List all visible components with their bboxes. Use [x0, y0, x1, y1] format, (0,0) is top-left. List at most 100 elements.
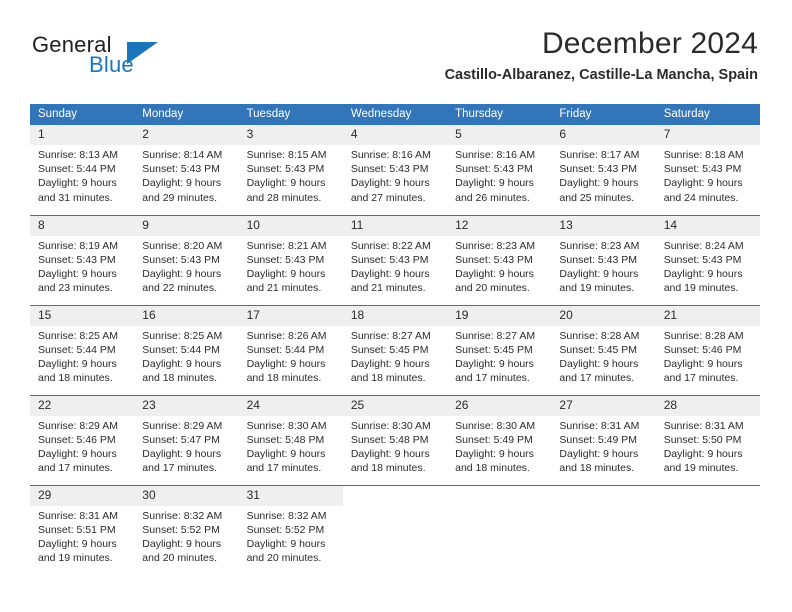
day-number: [656, 486, 760, 506]
day-cell-inner: 6 Sunrise: 8:17 AM Sunset: 5:43 PM Daylight…: [551, 125, 656, 215]
sunset-text: Sunset: 5:43 PM: [246, 253, 325, 266]
calendar-week-row: 22 Sunrise: 8:29 AM Sunset: 5:46 PM Dayligh…: [30, 394, 760, 485]
sunrise-text: Sunrise: 8:25 AM: [142, 329, 223, 342]
sunset-text: Sunset: 5:46 PM: [663, 343, 742, 356]
daylight-2-text: and 25 minutes.: [559, 191, 635, 204]
daylight-2-text: and 31 minutes.: [38, 191, 113, 204]
day-cell-inner: 4 Sunrise: 8:16 AM Sunset: 5:43 PM Daylight…: [342, 125, 448, 215]
sunset-text: Sunset: 5:48 PM: [350, 433, 429, 446]
calendar-day-cell[interactable]: 11 Sunrise: 8:22 AM Sunset: 5:43 PM Dayligh…: [342, 214, 448, 305]
calendar-day-cell[interactable]: 16 Sunrise: 8:25 AM Sunset: 5:44 PM Dayligh…: [134, 304, 239, 395]
daylight-2-text: and 20 minutes.: [246, 552, 322, 565]
daylight-1-text: Daylight: 9 hours: [455, 267, 534, 280]
sunrise-text: Sunrise: 8:31 AM: [559, 419, 640, 432]
calendar-day-cell[interactable]: 21 Sunrise: 8:28 AM Sunset: 5:46 PM Dayligh…: [655, 304, 760, 395]
calendar-day-cell[interactable]: 18 Sunrise: 8:27 AM Sunset: 5:45 PM Dayligh…: [342, 304, 448, 395]
daylight-2-text: and 17 minutes.: [455, 372, 530, 385]
calendar-day-cell[interactable]: 22 Sunrise: 8:29 AM Sunset: 5:46 PM Dayligh…: [30, 394, 135, 485]
general-blue-logo[interactable]: General Blue: [32, 32, 162, 80]
day-number: 14: [655, 215, 760, 236]
calendar-week-row: 8 Sunrise: 8:19 AM Sunset: 5:43 PM Daylight…: [30, 214, 760, 305]
calendar-day-cell[interactable]: 31 Sunrise: 8:32 AM Sunset: 5:52 PM Dayligh…: [238, 484, 343, 575]
day-number: 1: [30, 125, 135, 145]
calendar-day-cell[interactable]: 30 Sunrise: 8:32 AM Sunset: 5:52 PM Dayligh…: [134, 484, 239, 575]
daylight-1-text: Daylight: 9 hours: [455, 177, 534, 190]
calendar-day-cell[interactable]: 9 Sunrise: 8:20 AM Sunset: 5:43 PM Daylight…: [134, 214, 239, 305]
calendar-day-cell[interactable]: 14 Sunrise: 8:24 AM Sunset: 5:43 PM Dayligh…: [655, 214, 760, 305]
day-number: 3: [238, 125, 343, 145]
daylight-1-text: Daylight: 9 hours: [663, 447, 743, 460]
daylight-1-text: Daylight: 9 hours: [663, 267, 743, 280]
calendar-day-cell[interactable]: 29 Sunrise: 8:31 AM Sunset: 5:51 PM Dayligh…: [30, 484, 135, 575]
calendar-day-cell[interactable]: 3 Sunrise: 8:15 AM Sunset: 5:43 PM Daylight…: [238, 125, 343, 215]
calendar-day-cell[interactable]: 12 Sunrise: 8:23 AM Sunset: 5:43 PM Dayligh…: [447, 214, 552, 305]
daylight-1-text: Daylight: 9 hours: [246, 537, 326, 550]
sunrise-text: Sunrise: 8:13 AM: [38, 149, 118, 161]
sunrise-text: Sunrise: 8:19 AM: [38, 239, 118, 252]
day-details: Sunrise: 8:14 AM Sunset: 5:43 PM Daylight:…: [134, 145, 238, 205]
calendar-day-cell[interactable]: 8 Sunrise: 8:19 AM Sunset: 5:43 PM Daylight…: [30, 214, 135, 305]
day-details: Sunrise: 8:30 AM Sunset: 5:48 PM Daylight:…: [343, 416, 447, 476]
calendar-day-cell[interactable]: 17 Sunrise: 8:26 AM Sunset: 5:44 PM Dayligh…: [238, 304, 343, 395]
calendar-day-cell[interactable]: 4 Sunrise: 8:16 AM Sunset: 5:43 PM Daylight…: [342, 125, 448, 215]
sunset-text: Sunset: 5:48 PM: [246, 433, 325, 446]
calendar-day-cell[interactable]: 27 Sunrise: 8:31 AM Sunset: 5:49 PM Dayligh…: [551, 394, 656, 485]
daylight-2-text: and 17 minutes.: [142, 462, 217, 475]
weekday-header-wednesday: Wednesday: [342, 104, 448, 125]
calendar-day-cell[interactable]: 7 Sunrise: 8:18 AM Sunset: 5:43 PM Daylight…: [655, 125, 760, 215]
day-cell-inner: [343, 486, 447, 576]
weekday-header-friday: Friday: [551, 104, 656, 125]
sunrise-text: Sunrise: 8:31 AM: [663, 419, 744, 432]
day-details: Sunrise: 8:25 AM Sunset: 5:44 PM Daylight:…: [30, 326, 134, 386]
day-details: Sunrise: 8:22 AM Sunset: 5:43 PM Daylight:…: [343, 236, 447, 296]
day-details: Sunrise: 8:32 AM Sunset: 5:52 PM Daylight:…: [134, 506, 238, 566]
calendar-day-cell[interactable]: 6 Sunrise: 8:17 AM Sunset: 5:43 PM Daylight…: [551, 125, 656, 215]
title-block: December 2024 Castillo-Albaranez, Castil…: [445, 26, 758, 85]
calendar-day-cell[interactable]: 20 Sunrise: 8:28 AM Sunset: 5:45 PM Dayligh…: [551, 304, 656, 395]
calendar-day-cell[interactable]: 10 Sunrise: 8:21 AM Sunset: 5:43 PM Dayligh…: [238, 214, 343, 305]
day-number: 20: [551, 305, 656, 326]
sunrise-text: Sunrise: 8:16 AM: [455, 149, 536, 161]
calendar-day-cell[interactable]: 13 Sunrise: 8:23 AM Sunset: 5:43 PM Dayligh…: [551, 214, 656, 305]
calendar-day-cell[interactable]: 28 Sunrise: 8:31 AM Sunset: 5:50 PM Dayligh…: [655, 394, 760, 485]
daylight-2-text: and 24 minutes.: [663, 191, 739, 204]
daylight-1-text: Daylight: 9 hours: [246, 357, 326, 370]
daylight-2-text: and 17 minutes.: [663, 372, 739, 385]
daylight-2-text: and 18 minutes.: [38, 372, 113, 385]
sunrise-text: Sunrise: 8:22 AM: [350, 239, 431, 252]
calendar-day-cell[interactable]: 23 Sunrise: 8:29 AM Sunset: 5:47 PM Dayligh…: [134, 394, 239, 485]
day-number: 24: [238, 395, 343, 416]
calendar-day-cell[interactable]: 24 Sunrise: 8:30 AM Sunset: 5:48 PM Dayligh…: [238, 394, 343, 485]
calendar-day-cell[interactable]: 2 Sunrise: 8:14 AM Sunset: 5:43 PM Daylight…: [134, 125, 239, 215]
day-number: 4: [342, 125, 448, 145]
calendar-day-cell[interactable]: 19 Sunrise: 8:27 AM Sunset: 5:45 PM Dayligh…: [447, 304, 552, 395]
calendar-day-cell[interactable]: 26 Sunrise: 8:30 AM Sunset: 5:49 PM Dayligh…: [447, 394, 552, 485]
day-cell-inner: 17 Sunrise: 8:26 AM Sunset: 5:44 PM Dayligh…: [238, 305, 343, 395]
day-details: Sunrise: 8:23 AM Sunset: 5:43 PM Daylight:…: [551, 236, 655, 296]
day-number: 30: [134, 485, 239, 506]
daylight-1-text: Daylight: 9 hours: [142, 267, 222, 280]
day-number: 27: [551, 395, 656, 416]
daylight-2-text: and 18 minutes.: [246, 372, 322, 385]
day-details: Sunrise: 8:16 AM Sunset: 5:43 PM Daylight:…: [447, 145, 551, 205]
page-title: December 2024: [541, 27, 758, 60]
daylight-1-text: Daylight: 9 hours: [350, 177, 430, 190]
sunset-text: Sunset: 5:46 PM: [38, 433, 116, 446]
daylight-1-text: Daylight: 9 hours: [246, 447, 326, 460]
day-cell-inner: 1 Sunrise: 8:13 AM Sunset: 5:44 PM Daylight…: [30, 125, 135, 215]
day-details: Sunrise: 8:30 AM Sunset: 5:48 PM Daylight:…: [239, 416, 343, 476]
daylight-1-text: Daylight: 9 hours: [38, 177, 117, 190]
day-cell-inner: 15 Sunrise: 8:25 AM Sunset: 5:44 PM Dayligh…: [30, 305, 135, 395]
sunrise-text: Sunrise: 8:15 AM: [246, 149, 327, 161]
day-cell-inner: 21 Sunrise: 8:28 AM Sunset: 5:46 PM Dayligh…: [655, 305, 760, 395]
calendar-day-cell[interactable]: 25 Sunrise: 8:30 AM Sunset: 5:48 PM Dayligh…: [342, 394, 448, 485]
day-number: 31: [238, 485, 343, 506]
day-details: [656, 506, 760, 509]
calendar-day-cell[interactable]: 1 Sunrise: 8:13 AM Sunset: 5:44 PM Daylight…: [30, 125, 135, 215]
calendar-day-cell[interactable]: 5 Sunrise: 8:16 AM Sunset: 5:43 PM Daylight…: [447, 125, 552, 215]
calendar-day-cell[interactable]: 15 Sunrise: 8:25 AM Sunset: 5:44 PM Dayligh…: [30, 304, 135, 395]
day-details: Sunrise: 8:29 AM Sunset: 5:47 PM Daylight:…: [134, 416, 238, 476]
sunset-text: Sunset: 5:43 PM: [455, 163, 533, 176]
daylight-2-text: and 19 minutes.: [559, 282, 635, 295]
day-number: 18: [342, 305, 448, 326]
